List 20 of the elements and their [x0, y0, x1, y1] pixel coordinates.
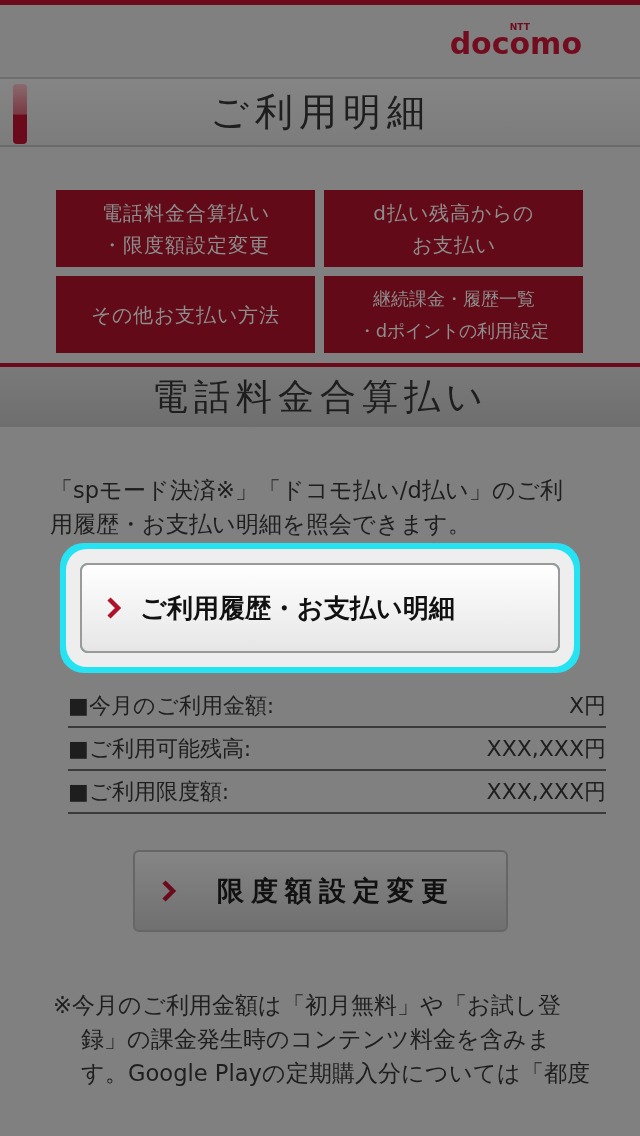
logo-text: docomo	[449, 29, 582, 59]
page-title: ご利用明細	[209, 88, 431, 136]
summary-value: XXX,XXX円	[486, 734, 606, 763]
logo-mark: NTT	[509, 23, 530, 32]
menu-button[interactable]: 継続課金・履歴一覧 ・dポイントの利用設定	[324, 276, 583, 353]
chevron-icon	[106, 596, 122, 620]
menu-button[interactable]: その他お支払い方法	[56, 276, 315, 353]
summary-label: ■ご利用可能残高:	[68, 734, 252, 763]
summary-value: X円	[568, 691, 606, 720]
summary-label: ■ご利用限度額:	[68, 777, 230, 806]
summary-value: XXX,XXX円	[486, 777, 606, 806]
description-text: 「spモード決済※」「ドコモ払い/d払い」のご利用履歴・お支払い明細を照会できます。	[50, 476, 564, 539]
limit-change-button[interactable]: 限度額設定変更	[132, 850, 508, 932]
menu-button[interactable]: 電話料金合算払い ・限度額設定変更	[56, 190, 315, 267]
section-indicator	[13, 84, 27, 144]
section-title: 電話料金合算払い	[151, 374, 489, 419]
menu-button[interactable]: d払い残高からの お支払い	[324, 190, 583, 267]
chevron-icon	[160, 879, 177, 903]
note-text: ※今月のご利用金額は「初月無料」や「お試し登録」の課金発生時のコンテンツ料金を含みます。Google Playの定期購入分については「都度	[53, 991, 591, 1088]
summary-label: ■今月のご利用金額:	[68, 691, 275, 720]
